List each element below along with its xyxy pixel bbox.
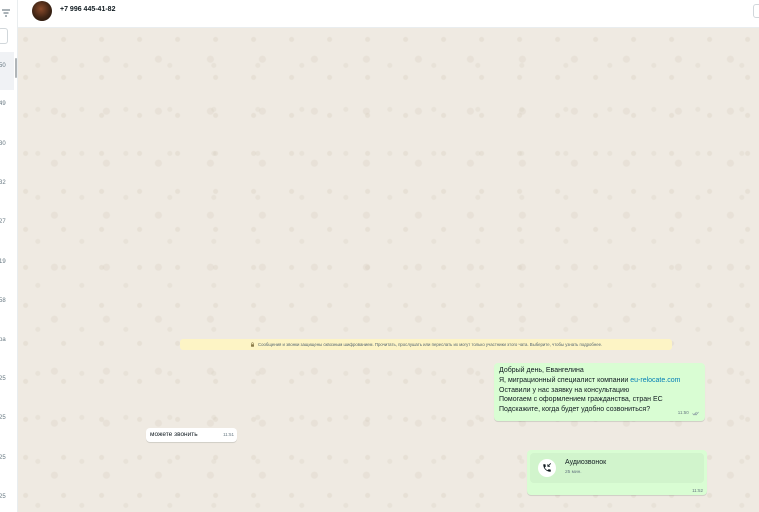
whatsapp-window: 50 49 30 32 27 19 58 pa 25 25 25 25 +7 9…	[0, 0, 759, 512]
scrollbar[interactable]	[15, 58, 17, 78]
avatar[interactable]	[32, 1, 52, 21]
message-line: Оставили у нас заявку на консультацию	[499, 386, 630, 394]
lock-icon	[250, 342, 256, 348]
active-chat-highlight[interactable]	[0, 52, 14, 90]
message-time: 11:51	[223, 432, 234, 437]
chat-list-time: 25	[0, 494, 6, 500]
chat-list-time: 49	[0, 101, 6, 107]
chat-list-time: 58	[0, 298, 6, 304]
message-line: Добрый день, Евангелина	[499, 367, 584, 374]
chat-list-time: 19	[0, 259, 6, 265]
header-action-button[interactable]	[753, 4, 759, 18]
filter-icon[interactable]	[1, 5, 11, 17]
call-card[interactable]: Аудиозвонок 25 мин.	[530, 453, 704, 483]
search-input[interactable]	[0, 28, 8, 44]
call-title: Аудиозвонок	[565, 459, 607, 466]
phone-call-icon	[538, 459, 556, 477]
call-duration: 25 мин.	[565, 470, 582, 475]
message-meta: 11:50	[678, 408, 699, 418]
chat-list-time: 50	[0, 63, 6, 69]
chat-list-time: 27	[0, 219, 6, 225]
chat-list-time: 25	[0, 415, 6, 421]
message-link[interactable]: eu-relocate.com	[630, 377, 680, 384]
chat-list-time: 32	[0, 180, 6, 186]
message-line: Я, миграционный специалист компании eu-r…	[499, 376, 700, 386]
encryption-notice[interactable]: Сообщения и звонки защищены сквозным шиф…	[180, 339, 672, 350]
message-text: можете звонить	[150, 431, 198, 438]
message-line-text: Я, миграционный специалист компании	[499, 376, 631, 384]
encryption-notice-text: Сообщения и звонки защищены сквозным шиф…	[258, 342, 603, 347]
chat-list-time: 25	[0, 376, 6, 382]
message-line: Помогаем с оформлением гражданства, стра…	[499, 396, 663, 404]
contact-name[interactable]: +7 996 445-41-82	[60, 6, 115, 13]
chat-list-time: pa	[0, 337, 6, 343]
message-time: 11:50	[677, 410, 689, 416]
call-message[interactable]: Аудиозвонок 25 мин. 11:52	[527, 450, 707, 495]
double-check-icon	[691, 410, 699, 416]
chat-list-time: 30	[0, 141, 6, 147]
conversation-panel[interactable]: Сообщения и звонки защищены сквозным шиф…	[18, 28, 759, 512]
message-outgoing[interactable]: Добрый день, Евангелина Я, миграционный …	[494, 363, 705, 421]
chat-list-sidebar: 50 49 30 32 27 19 58 pa 25 25 25 25	[0, 0, 18, 512]
message-incoming[interactable]: можете звонить 11:51	[146, 428, 237, 442]
message-line: Подскажите, когда будет удобно созвонить…	[499, 406, 651, 414]
message-time: 11:52	[692, 488, 703, 493]
chat-header[interactable]: +7 996 445-41-82	[18, 0, 759, 28]
chat-list-time: 25	[0, 455, 6, 461]
